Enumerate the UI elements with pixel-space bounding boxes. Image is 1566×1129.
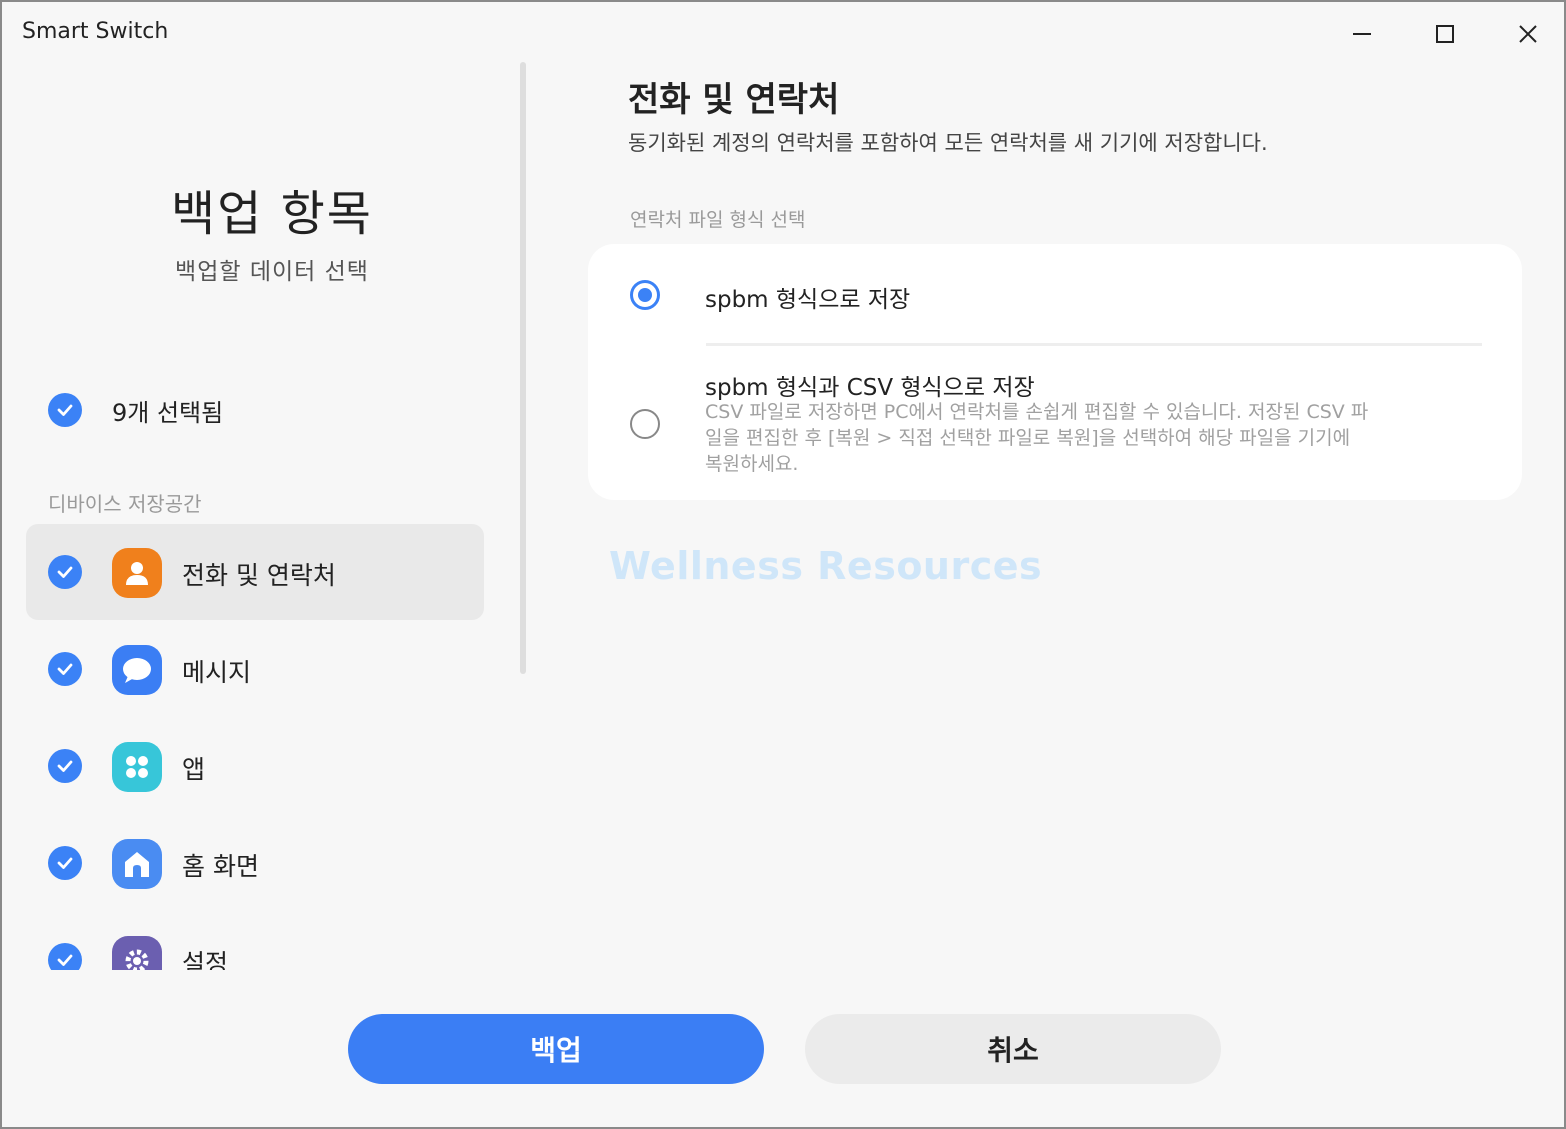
- home-icon: [112, 839, 162, 889]
- checkmark-icon: [57, 404, 73, 416]
- option-label-spbm: spbm 형식으로 저장: [705, 287, 911, 313]
- checkmark-icon: [57, 566, 73, 578]
- message-icon: [112, 645, 162, 695]
- item-label: 설정: [182, 949, 229, 970]
- item-label: 홈 화면: [182, 852, 259, 881]
- item-checkbox[interactable]: [48, 846, 82, 880]
- checkmark-icon: [57, 760, 73, 772]
- device-storage-label: 디바이스 저장공간: [48, 492, 202, 516]
- item-checkbox[interactable]: [48, 749, 82, 783]
- list-item-home-screen[interactable]: 홈 화면: [26, 815, 484, 911]
- settings-icon: [112, 936, 162, 970]
- close-button[interactable]: [1508, 14, 1548, 54]
- radio-spbm-csv[interactable]: [630, 409, 660, 439]
- selected-count: 9개 선택됨: [112, 399, 224, 427]
- checkmark-icon: [57, 857, 73, 869]
- list-item-apps[interactable]: 앱: [26, 718, 484, 814]
- select-all-checkbox[interactable]: [48, 393, 82, 427]
- option-divider: [706, 343, 1482, 346]
- checkmark-icon: [57, 954, 73, 966]
- minimize-icon: [1353, 33, 1371, 35]
- apps-icon: [112, 742, 162, 792]
- app-window: Smart Switch 백업 항목 백업할 데이터 선택 9개 선택됨 디바이…: [0, 0, 1566, 1129]
- item-checkbox[interactable]: [48, 555, 82, 589]
- item-label: 앱: [182, 755, 206, 784]
- option-label-spbm-csv: spbm 형식과 CSV 형식으로 저장: [705, 375, 1035, 401]
- panel-scrollbar[interactable]: [520, 62, 526, 674]
- watermark-text: Wellness Resources: [609, 544, 1043, 588]
- maximize-button[interactable]: [1425, 14, 1465, 54]
- format-options-card: spbm 형식으로 저장 spbm 형식과 CSV 형식으로 저장 CSV 파일…: [588, 244, 1522, 500]
- checkmark-icon: [57, 663, 73, 675]
- contacts-icon: [112, 548, 162, 598]
- close-icon: [1519, 25, 1537, 43]
- option-description-line: CSV 파일로 저장하면 PC에서 연락처를 손쉽게 편집할 수 있습니다. 저…: [705, 401, 1369, 423]
- item-checkbox[interactable]: [48, 943, 82, 970]
- radio-spbm[interactable]: [630, 280, 660, 310]
- list-item-settings[interactable]: 설정: [26, 912, 484, 970]
- option-description-line: 복원하세요.: [705, 453, 799, 475]
- item-label: 전화 및 연락처: [182, 561, 336, 590]
- minimize-button[interactable]: [1342, 14, 1382, 54]
- maximize-icon: [1436, 25, 1454, 43]
- backup-items-title: 백업 항목: [171, 186, 373, 242]
- option-description-line: 일을 편집한 후 [복원 > 직접 선택한 파일로 복원]을 선택하여 해당 파…: [705, 427, 1351, 449]
- option-description: CSV 파일로 저장하면 PC에서 연락처를 손쉽게 편집할 수 있습니다. 저…: [705, 399, 1368, 477]
- cancel-button[interactable]: 취소: [805, 1014, 1221, 1084]
- title-bar: Smart Switch: [2, 2, 1564, 64]
- format-select-label: 연락처 파일 형식 선택: [630, 209, 806, 231]
- app-title: Smart Switch: [22, 19, 169, 44]
- detail-title: 전화 및 연락처: [628, 80, 840, 120]
- item-label: 메시지: [182, 658, 252, 687]
- backup-button[interactable]: 백업: [348, 1014, 764, 1084]
- list-item-messages[interactable]: 메시지: [26, 621, 484, 717]
- backup-item-list[interactable]: 전화 및 연락처 메시지 앱 홈 화면 설정: [24, 522, 486, 970]
- detail-description: 동기화된 계정의 연락처를 포함하여 모든 연락처를 새 기기에 저장합니다.: [628, 131, 1268, 155]
- backup-items-subtitle: 백업할 데이터 선택: [175, 259, 369, 285]
- item-checkbox[interactable]: [48, 652, 82, 686]
- list-item-contacts[interactable]: 전화 및 연락처: [26, 524, 484, 620]
